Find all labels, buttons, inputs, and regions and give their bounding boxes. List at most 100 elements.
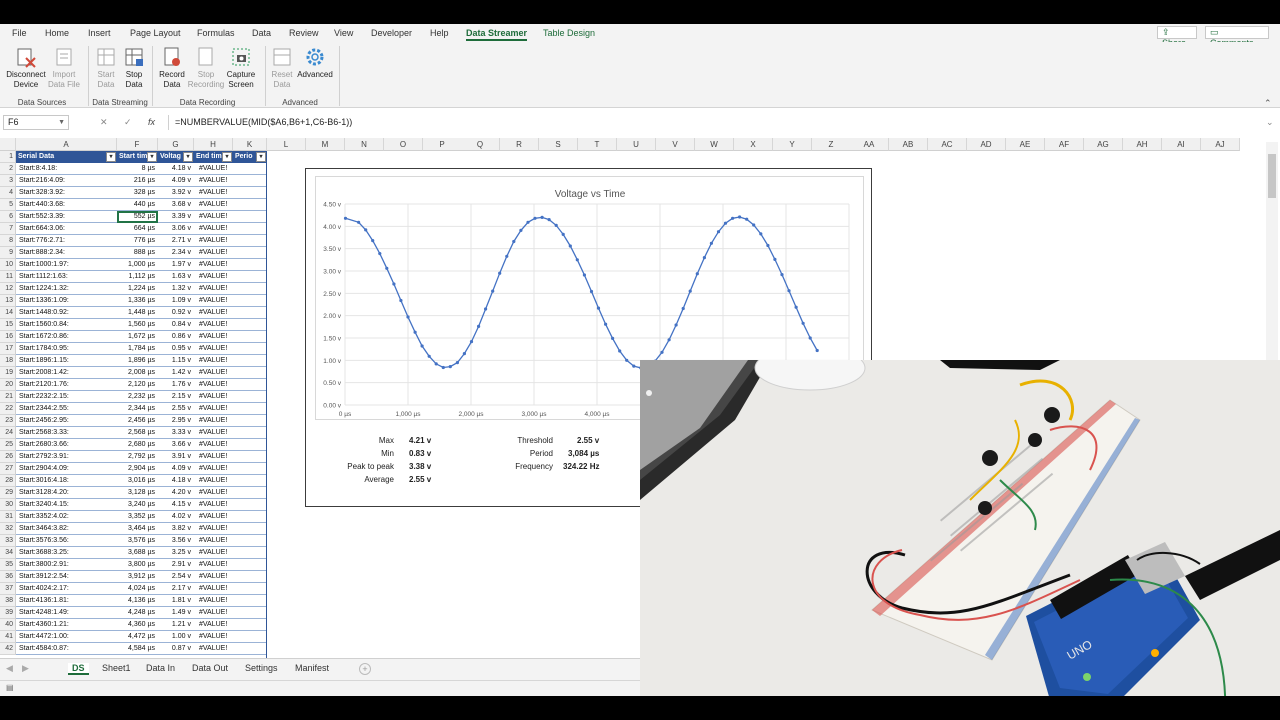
row-header[interactable]: 38: [0, 595, 16, 607]
start-time-cell[interactable]: 552 µs: [117, 211, 158, 223]
column-header[interactable]: T: [578, 138, 617, 151]
serial-data-cell[interactable]: Start:2232:2.15:: [16, 391, 117, 403]
end-time-cell[interactable]: #VALUE!: [194, 619, 233, 631]
row-header[interactable]: 21: [0, 391, 16, 403]
period-cell[interactable]: [233, 187, 267, 199]
end-time-cell[interactable]: #VALUE!: [194, 415, 233, 427]
voltage-cell[interactable]: 3.82 v: [158, 523, 194, 535]
start-time-cell[interactable]: 328 µs: [117, 187, 158, 199]
start-time-cell[interactable]: 3,464 µs: [117, 523, 158, 535]
voltage-cell[interactable]: 1.42 v: [158, 367, 194, 379]
start-time-cell[interactable]: 3,016 µs: [117, 475, 158, 487]
start-time-cell[interactable]: 3,240 µs: [117, 499, 158, 511]
period-cell[interactable]: [233, 283, 267, 295]
serial-data-cell[interactable]: Start:3800:2.91:: [16, 559, 117, 571]
cancel-icon[interactable]: ✕: [100, 117, 108, 128]
end-time-cell[interactable]: #VALUE!: [194, 283, 233, 295]
period-cell[interactable]: [233, 319, 267, 331]
voltage-cell[interactable]: 2.15 v: [158, 391, 194, 403]
tab-data[interactable]: Data: [252, 28, 271, 38]
row-header[interactable]: 31: [0, 511, 16, 523]
voltage-cell[interactable]: 3.33 v: [158, 427, 194, 439]
voltage-cell[interactable]: 0.92 v: [158, 307, 194, 319]
end-time-cell[interactable]: #VALUE!: [194, 427, 233, 439]
row-header[interactable]: 25: [0, 439, 16, 451]
name-box[interactable]: F6 ▼: [3, 115, 69, 130]
serial-data-cell[interactable]: Start:4360:1.21:: [16, 619, 117, 631]
serial-data-cell[interactable]: Start:2344:2.55:: [16, 403, 117, 415]
row-header[interactable]: 19: [0, 367, 16, 379]
row-header[interactable]: 6: [0, 211, 16, 223]
row-header[interactable]: 26: [0, 451, 16, 463]
serial-data-cell[interactable]: Start:2568:3.33:: [16, 427, 117, 439]
row-header[interactable]: 39: [0, 607, 16, 619]
start-time-cell[interactable]: 440 µs: [117, 199, 158, 211]
voltage-cell[interactable]: 2.34 v: [158, 247, 194, 259]
end-time-cell[interactable]: #VALUE!: [194, 535, 233, 547]
start-time-cell[interactable]: 1,224 µs: [117, 283, 158, 295]
serial-data-cell[interactable]: Start:1896:1.15:: [16, 355, 117, 367]
voltage-cell[interactable]: 2.71 v: [158, 235, 194, 247]
period-cell[interactable]: [233, 631, 267, 643]
column-header[interactable]: X: [734, 138, 773, 151]
serial-data-cell[interactable]: Start:1672:0.86:: [16, 331, 117, 343]
start-time-cell[interactable]: 8 µs: [117, 163, 158, 175]
period-cell[interactable]: [233, 451, 267, 463]
row-header[interactable]: 11: [0, 271, 16, 283]
period-cell[interactable]: [233, 535, 267, 547]
column-header[interactable]: AI: [1162, 138, 1201, 151]
row-header[interactable]: 7: [0, 223, 16, 235]
period-cell[interactable]: [233, 211, 267, 223]
row-header[interactable]: 35: [0, 559, 16, 571]
period-cell[interactable]: [233, 559, 267, 571]
row-header[interactable]: 16: [0, 331, 16, 343]
row-header[interactable]: 13: [0, 295, 16, 307]
serial-data-cell[interactable]: Start:3352:4.02:: [16, 511, 117, 523]
period-cell[interactable]: [233, 163, 267, 175]
serial-data-cell[interactable]: Start:1336:1.09:: [16, 295, 117, 307]
end-time-cell[interactable]: #VALUE!: [194, 271, 233, 283]
column-header[interactable]: O: [384, 138, 423, 151]
end-time-cell[interactable]: #VALUE!: [194, 511, 233, 523]
period-header[interactable]: Perio ▾: [233, 151, 267, 163]
voltage-cell[interactable]: 4.09 v: [158, 175, 194, 187]
row-header[interactable]: 1: [0, 151, 16, 163]
row-header[interactable]: 40: [0, 619, 16, 631]
voltage-cell[interactable]: 4.15 v: [158, 499, 194, 511]
start-time-cell[interactable]: 2,792 µs: [117, 451, 158, 463]
tab-developer[interactable]: Developer: [371, 28, 412, 38]
end-time-cell[interactable]: #VALUE!: [194, 643, 233, 655]
start-time-cell[interactable]: 1,672 µs: [117, 331, 158, 343]
voltage-cell[interactable]: 3.68 v: [158, 199, 194, 211]
start-time-cell[interactable]: 3,912 µs: [117, 571, 158, 583]
filter-dropdown-icon[interactable]: ▾: [147, 152, 157, 162]
voltage-cell[interactable]: 0.86 v: [158, 331, 194, 343]
voltage-cell[interactable]: 1.32 v: [158, 283, 194, 295]
serial-data-cell[interactable]: Start:216:4.09:: [16, 175, 117, 187]
start-time-cell[interactable]: 1,896 µs: [117, 355, 158, 367]
voltage-cell[interactable]: 0.84 v: [158, 319, 194, 331]
voltage-cell[interactable]: 2.17 v: [158, 583, 194, 595]
tab-table-design[interactable]: Table Design: [543, 28, 595, 38]
serial-data-cell[interactable]: Start:1560:0.84:: [16, 319, 117, 331]
serial-data-cell[interactable]: Start:2008:1.42:: [16, 367, 117, 379]
end-time-cell[interactable]: #VALUE!: [194, 307, 233, 319]
row-header[interactable]: 29: [0, 487, 16, 499]
filter-dropdown-icon[interactable]: ▾: [106, 152, 116, 162]
end-time-cell[interactable]: #VALUE!: [194, 235, 233, 247]
end-time-cell[interactable]: #VALUE!: [194, 571, 233, 583]
column-header[interactable]: AF: [1045, 138, 1084, 151]
column-header[interactable]: F: [117, 138, 158, 151]
voltage-cell[interactable]: 4.09 v: [158, 463, 194, 475]
serial-data-cell[interactable]: Start:888:2.34:: [16, 247, 117, 259]
column-header[interactable]: P: [423, 138, 462, 151]
start-time-cell[interactable]: 1,112 µs: [117, 271, 158, 283]
voltage-cell[interactable]: 4.02 v: [158, 511, 194, 523]
voltage-header[interactable]: Voltag ▾: [158, 151, 194, 163]
start-time-cell[interactable]: 2,568 µs: [117, 427, 158, 439]
serial-data-cell[interactable]: Start:1448:0.92:: [16, 307, 117, 319]
end-time-cell[interactable]: #VALUE!: [194, 631, 233, 643]
period-cell[interactable]: [233, 367, 267, 379]
period-cell[interactable]: [233, 403, 267, 415]
row-header[interactable]: 34: [0, 547, 16, 559]
